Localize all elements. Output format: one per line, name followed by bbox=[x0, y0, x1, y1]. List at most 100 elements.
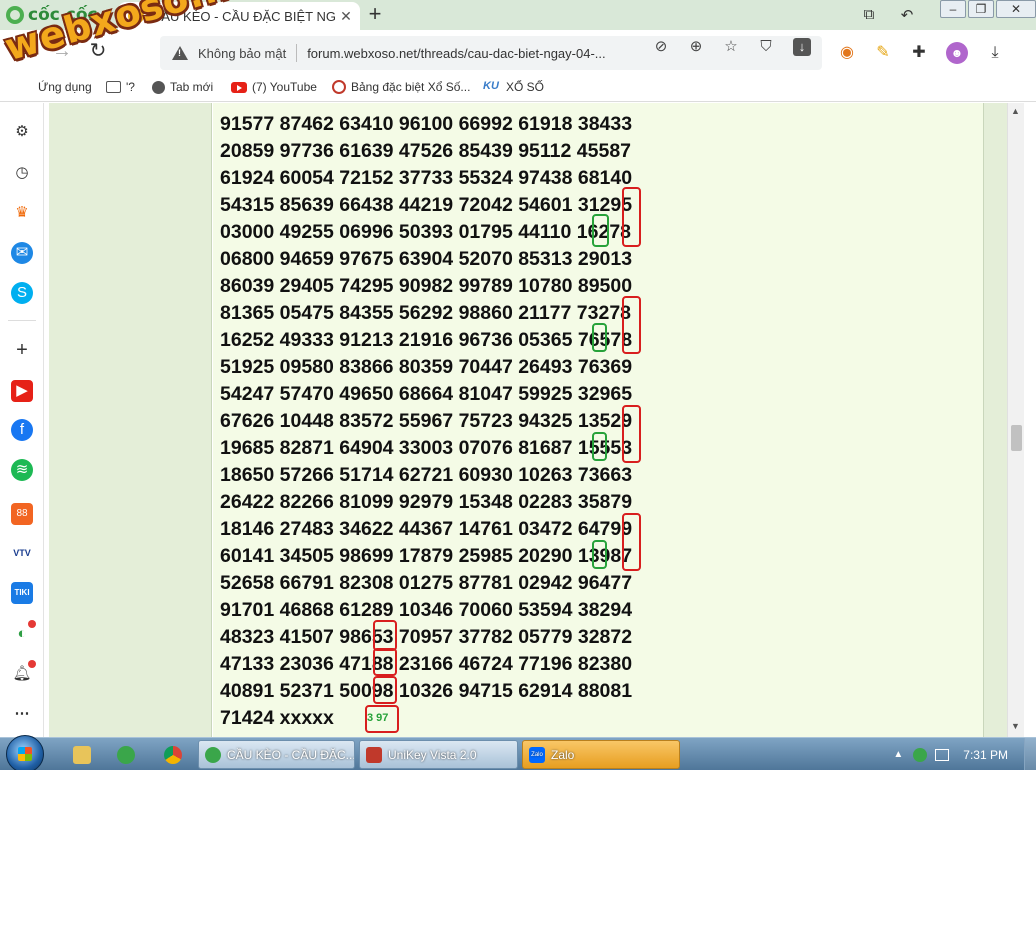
tray-expand-icon[interactable]: ▲ bbox=[893, 749, 903, 760]
start-button[interactable] bbox=[6, 735, 44, 770]
highlight-box bbox=[622, 296, 641, 354]
add-icon[interactable]: + bbox=[11, 339, 33, 361]
close-tab-icon[interactable]: ✕ bbox=[338, 8, 354, 24]
task-label: Zalo bbox=[551, 747, 575, 762]
downloads-icon[interactable]: ⤓ bbox=[984, 42, 1006, 64]
number-row: 91701 46868 61289 10346 70060 53594 3829… bbox=[220, 599, 633, 621]
download-arrow-icon[interactable]: ↓ bbox=[793, 38, 811, 56]
gear-icon[interactable]: ⚙ bbox=[11, 121, 33, 143]
spotify-icon[interactable]: ≋ bbox=[11, 459, 33, 481]
unikey-icon bbox=[366, 746, 382, 763]
new-tab-button[interactable]: + bbox=[364, 3, 386, 26]
task-zalo[interactable]: Zalo Zalo bbox=[522, 740, 680, 769]
bookmark-folder[interactable]: '? bbox=[106, 80, 135, 94]
task-label: CẦU KÈO - CẦU ĐẶC... bbox=[227, 747, 355, 762]
show-desktop-button[interactable] bbox=[1024, 738, 1036, 770]
xoso-icon bbox=[332, 80, 346, 94]
forum-post: 91577 87462 63410 96100 66992 61918 3843… bbox=[213, 103, 983, 737]
bookmarks-bar: Ứng dụng '? Tab mới (7) YouTube Bảng đặc… bbox=[0, 74, 1036, 102]
bell-icon[interactable]: 🔔︎ bbox=[11, 660, 36, 685]
shopping-88-icon[interactable]: 88 bbox=[11, 503, 33, 525]
highlight-box bbox=[622, 405, 641, 463]
chrome-extension-icon[interactable]: ◉ bbox=[836, 42, 858, 64]
back-arrow-icon[interactable]: ↶ bbox=[898, 6, 916, 24]
highlight-box bbox=[373, 648, 397, 676]
highlight-box bbox=[373, 620, 397, 651]
coccoc-tray-icon[interactable] bbox=[913, 747, 928, 762]
number-row: 26422 82266 81099 92979 15348 02283 3587… bbox=[220, 491, 633, 513]
zoom-icon[interactable]: ⊕ bbox=[687, 38, 705, 56]
explorer-icon[interactable] bbox=[73, 746, 91, 764]
messenger-icon[interactable]: ✉ bbox=[11, 242, 33, 264]
scroll-down-arrow-icon[interactable]: ▼ bbox=[1011, 721, 1020, 731]
task-coccoc[interactable]: CẦU KÈO - CẦU ĐẶC... bbox=[198, 740, 355, 769]
coccoc-green-icon[interactable]: ◐ bbox=[11, 620, 36, 645]
bookmark-label: Tab mới bbox=[170, 80, 214, 94]
restore-button[interactable]: ❐ bbox=[968, 0, 994, 18]
block-icon[interactable]: ⊘ bbox=[652, 38, 670, 56]
highlight-box bbox=[622, 513, 641, 571]
highlight-box bbox=[622, 187, 641, 247]
bookmark-new-tab[interactable]: Tab mới bbox=[152, 80, 213, 94]
folder-icon bbox=[106, 81, 121, 93]
window-controls: – ❐ ✕ bbox=[938, 0, 1036, 20]
number-row: 16252 49333 91213 21916 96736 05365 7657… bbox=[220, 329, 633, 351]
scrollbar-thumb[interactable] bbox=[1011, 425, 1022, 451]
bookmark-youtube[interactable]: (7) YouTube bbox=[231, 80, 317, 94]
bookmark-apps[interactable]: Ứng dụng bbox=[38, 80, 92, 94]
skype-icon[interactable]: S bbox=[11, 282, 33, 304]
shield-icon[interactable]: ⛉ bbox=[757, 38, 775, 56]
sidebar-divider bbox=[8, 320, 36, 321]
extensions-puzzle-icon[interactable]: ✚ bbox=[908, 42, 930, 64]
chrome-icon[interactable] bbox=[164, 746, 182, 764]
prediction-text: 3 97 bbox=[367, 712, 389, 724]
number-row: 48323 41507 98653 70957 37782 05779 3287… bbox=[220, 626, 633, 648]
profile-avatar[interactable]: ☻ bbox=[946, 42, 968, 64]
more-icon[interactable]: ⋯ bbox=[11, 703, 33, 725]
network-icon[interactable] bbox=[935, 748, 950, 761]
highlight-box bbox=[592, 540, 607, 569]
tiki-icon[interactable]: TIKI bbox=[11, 582, 33, 604]
number-row: 67626 10448 83572 55967 75723 94325 1352… bbox=[220, 410, 633, 432]
screen: cốc cốc XS CẦU KÈO - CẦU ĐẶC BIỆT NG ✕ +… bbox=[0, 0, 1036, 770]
bookmark-label: '? bbox=[126, 80, 135, 94]
coccoc-taskbar-icon[interactable] bbox=[117, 746, 135, 764]
omnibox-divider bbox=[296, 44, 298, 62]
youtube-icon[interactable]: ▶ bbox=[11, 380, 33, 402]
pencil-icon[interactable]: ✎ bbox=[872, 42, 894, 64]
highlight-box bbox=[373, 676, 397, 704]
close-window-button[interactable]: ✕ bbox=[996, 0, 1036, 18]
number-row: 51925 09580 83866 80359 70447 26493 7636… bbox=[220, 356, 633, 378]
crown-icon[interactable]: ♛ bbox=[11, 202, 33, 224]
number-row: 61924 60054 72152 37733 55324 97438 6814… bbox=[220, 167, 633, 189]
bookmark-xoso[interactable]: KU XỔ SỐ bbox=[483, 80, 544, 94]
history-icon[interactable]: ◷ bbox=[11, 162, 33, 184]
number-row: 20859 97736 61639 47526 85439 95112 4558… bbox=[220, 140, 632, 162]
highlight-box bbox=[592, 323, 607, 352]
vtv-icon[interactable]: VTV bbox=[11, 542, 33, 564]
notification-dot bbox=[28, 660, 36, 668]
coccoc-icon bbox=[205, 746, 221, 763]
bookmark-star-icon[interactable]: ☆ bbox=[722, 38, 740, 56]
ku-icon: KU bbox=[483, 80, 499, 92]
security-label[interactable]: Không bảo mật bbox=[198, 46, 286, 61]
number-row: 52658 66791 82308 01275 87781 02942 9647… bbox=[220, 572, 633, 594]
number-row: 18146 27483 34622 44367 14761 03472 6479… bbox=[220, 518, 633, 540]
minimize-button[interactable]: – bbox=[940, 0, 966, 18]
vertical-scrollbar[interactable]: ▲ ▼ bbox=[1007, 103, 1024, 737]
facebook-icon[interactable]: f bbox=[11, 419, 33, 441]
bookmark-label: (7) YouTube bbox=[252, 80, 317, 94]
bookmark-label: XỔ SỐ bbox=[506, 80, 545, 94]
results-table: 91577 87462 63410 96100 66992 61918 3843… bbox=[220, 111, 632, 732]
bookmark-bang-dac-biet[interactable]: Bảng đặc biệt Xổ Số... bbox=[332, 80, 470, 94]
post-right-border bbox=[983, 103, 1007, 737]
clock[interactable]: 7:31 PM bbox=[963, 748, 1008, 762]
number-row: 54315 85639 66438 44219 72042 54601 3129… bbox=[220, 194, 633, 216]
scroll-up-arrow-icon[interactable]: ▲ bbox=[1011, 106, 1020, 116]
number-row: 47133 23036 47188 23166 46724 77196 8238… bbox=[220, 653, 633, 675]
number-row: 60141 34505 98699 17879 25985 20290 1398… bbox=[220, 545, 633, 567]
url-text[interactable]: forum.webxoso.net/threads/cau-dac-biet-n… bbox=[307, 46, 637, 61]
task-unikey[interactable]: UniKey Vista 2.0 bbox=[359, 740, 518, 769]
screenshot-icon[interactable]: ⧉ bbox=[860, 6, 878, 24]
left-sidebar: ⚙ ◷ ♛ ✉ S + ▶ f ≋ 88 VTV TIKI ◐ 🔔︎ ⋯ bbox=[0, 103, 44, 737]
